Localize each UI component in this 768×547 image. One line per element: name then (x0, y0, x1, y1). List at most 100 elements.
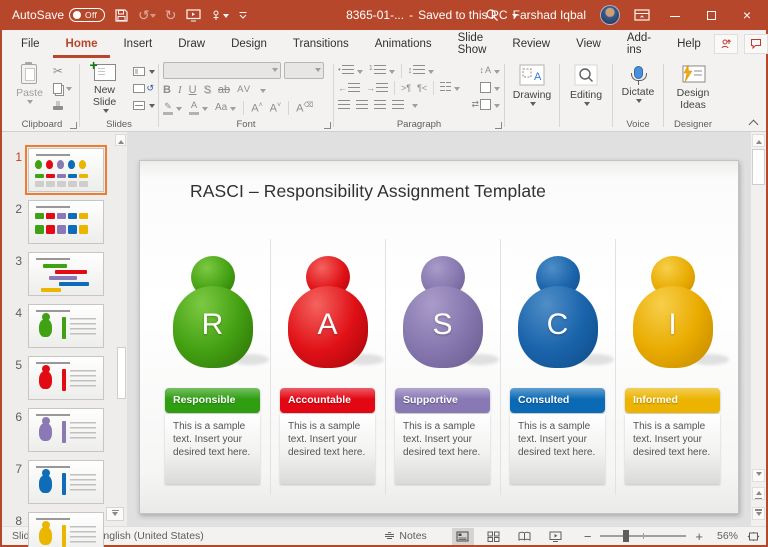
save-button[interactable] (114, 8, 129, 23)
slide-thumbnail-7[interactable]: 7 (2, 460, 114, 506)
slide-title[interactable]: RASCI – Responsibility Assignment Templa… (190, 181, 546, 202)
font-color-button[interactable]: A (189, 101, 199, 115)
rasci-column-consulted[interactable]: C Consulted This is a sample text. Inser… (510, 256, 605, 484)
zoom-slider-thumb[interactable] (623, 530, 629, 542)
person-figure[interactable]: A (288, 256, 368, 368)
editing-button[interactable]: Editing (566, 61, 606, 112)
ltr-button[interactable]: >¶ (401, 83, 411, 93)
tab-slide-show[interactable]: Slide Show (445, 30, 500, 58)
role-label-bar[interactable]: Supportive (395, 388, 490, 413)
cut-button[interactable]: ✂ (53, 64, 72, 78)
change-case-button[interactable]: Aa (215, 103, 227, 113)
reading-view-button[interactable] (514, 528, 536, 545)
role-text-card[interactable]: This is a sample text. Insert your desir… (395, 414, 490, 484)
ribbon-display-options-button[interactable] (634, 8, 650, 22)
decrease-indent-button[interactable]: ← (338, 83, 360, 93)
rasci-column-responsible[interactable]: R Responsible This is a sample text. Ins… (165, 256, 260, 484)
role-text-card[interactable]: This is a sample text. Insert your desir… (625, 414, 720, 484)
person-figure[interactable]: S (403, 256, 483, 368)
tab-transitions[interactable]: Transitions (280, 30, 362, 58)
highlight-color-button[interactable]: ✎ (163, 102, 173, 115)
text-direction-button[interactable]: ↕A (479, 65, 500, 77)
zoom-out-button[interactable]: − (584, 530, 592, 543)
slide-layout-button[interactable] (133, 64, 155, 78)
paragraph-dialog-launcher-icon[interactable] (495, 122, 502, 129)
collapse-ribbon-button[interactable] (749, 118, 758, 127)
rasci-column-supportive[interactable]: S Supportive This is a sample text. Inse… (395, 256, 490, 484)
undo-dropdown-icon[interactable] (150, 14, 156, 21)
previous-slide-button[interactable] (752, 487, 765, 500)
search-icon[interactable] (485, 8, 499, 22)
bullets-button[interactable]: • (338, 65, 363, 77)
design-ideas-button[interactable]: Design Ideas (671, 61, 715, 114)
slide-thumbnail-2[interactable]: 2 (2, 200, 114, 246)
increase-indent-button[interactable]: → (366, 83, 388, 93)
role-label-bar[interactable]: Accountable (280, 388, 375, 413)
person-figure[interactable]: C (518, 256, 598, 368)
person-figure[interactable]: R (173, 256, 253, 368)
dictate-button[interactable]: Dictate (618, 61, 659, 109)
maximize-button[interactable] (700, 0, 722, 30)
zoom-in-button[interactable]: + (695, 530, 703, 543)
redo-button[interactable]: ↻ (165, 7, 177, 24)
slide-thumbnail-6[interactable]: 6 (2, 408, 114, 454)
rtl-button[interactable]: ¶< (417, 83, 427, 93)
section-button[interactable] (133, 98, 155, 112)
text-shadow-button[interactable]: S (204, 85, 211, 96)
tab-review[interactable]: Review (499, 30, 563, 58)
align-text-button[interactable] (480, 82, 500, 94)
paste-button[interactable]: Paste (12, 61, 47, 112)
new-slide-button[interactable]: New Slide (84, 61, 126, 119)
slideshow-view-button[interactable] (545, 528, 567, 545)
line-spacing-button[interactable]: ↕ (408, 65, 435, 77)
decrease-font-size-button[interactable]: A˅ (270, 102, 281, 115)
tab-design[interactable]: Design (218, 30, 280, 58)
slide-thumbnail-8[interactable]: 8 (2, 512, 114, 547)
align-center-button[interactable] (356, 100, 368, 109)
italic-button[interactable]: I (178, 85, 182, 96)
character-spacing-button[interactable]: AV (237, 85, 251, 95)
user-name[interactable]: Farshad Iqbal (513, 8, 586, 22)
columns-button[interactable] (440, 82, 460, 94)
tab-view[interactable]: View (563, 30, 614, 58)
role-label-bar[interactable]: Informed (625, 388, 720, 413)
tab-draw[interactable]: Draw (165, 30, 218, 58)
start-slideshow-button[interactable] (186, 8, 201, 22)
slide-editor[interactable]: RASCI – Responsibility Assignment Templa… (139, 160, 739, 514)
panel-scroll-up-button[interactable] (115, 134, 126, 146)
slide-thumbnail-1[interactable]: 1 (2, 148, 114, 194)
fit-slide-button[interactable] (747, 531, 760, 542)
slide-sorter-view-button[interactable] (483, 528, 505, 545)
reset-slide-button[interactable]: ↺ (133, 81, 155, 95)
collapse-panel-button[interactable] (106, 507, 124, 521)
clear-formatting-button[interactable]: A⌫ (296, 102, 313, 115)
panel-scrollbar-thumb[interactable] (117, 347, 126, 399)
tab-add-ins[interactable]: Add-ins (614, 30, 664, 58)
role-text-card[interactable]: This is a sample text. Insert your desir… (510, 414, 605, 484)
normal-view-button[interactable] (452, 528, 474, 545)
convert-smartart-button[interactable]: ⇄ (471, 99, 500, 111)
touch-mouse-mode-button[interactable] (210, 8, 229, 22)
role-label-bar[interactable]: Consulted (510, 388, 605, 413)
increase-font-size-button[interactable]: A˄ (251, 102, 262, 115)
role-label-bar[interactable]: Responsible (165, 388, 260, 413)
copy-button[interactable] (53, 81, 72, 95)
user-avatar[interactable] (600, 5, 620, 25)
close-button[interactable]: × (736, 0, 758, 30)
align-left-button[interactable] (338, 100, 350, 109)
scroll-up-button[interactable] (752, 134, 765, 147)
autosave-toggle[interactable]: Off (69, 8, 105, 22)
rasci-column-informed[interactable]: I Informed This is a sample text. Insert… (625, 256, 720, 484)
underline-button[interactable]: U (189, 85, 197, 96)
minimize-button[interactable] (664, 0, 686, 30)
drawing-button[interactable]: A Drawing (509, 61, 556, 112)
align-right-button[interactable] (374, 100, 386, 109)
role-text-card[interactable]: This is a sample text. Insert your desir… (165, 414, 260, 484)
notes-button[interactable]: Notes (384, 530, 426, 542)
justify-button[interactable] (392, 100, 404, 109)
tab-file[interactable]: File (8, 30, 53, 58)
rasci-column-accountable[interactable]: A Accountable This is a sample text. Ins… (280, 256, 375, 484)
strikethrough-button[interactable]: ab (218, 85, 230, 96)
scroll-down-button[interactable] (752, 469, 765, 482)
share-button[interactable] (714, 34, 738, 54)
